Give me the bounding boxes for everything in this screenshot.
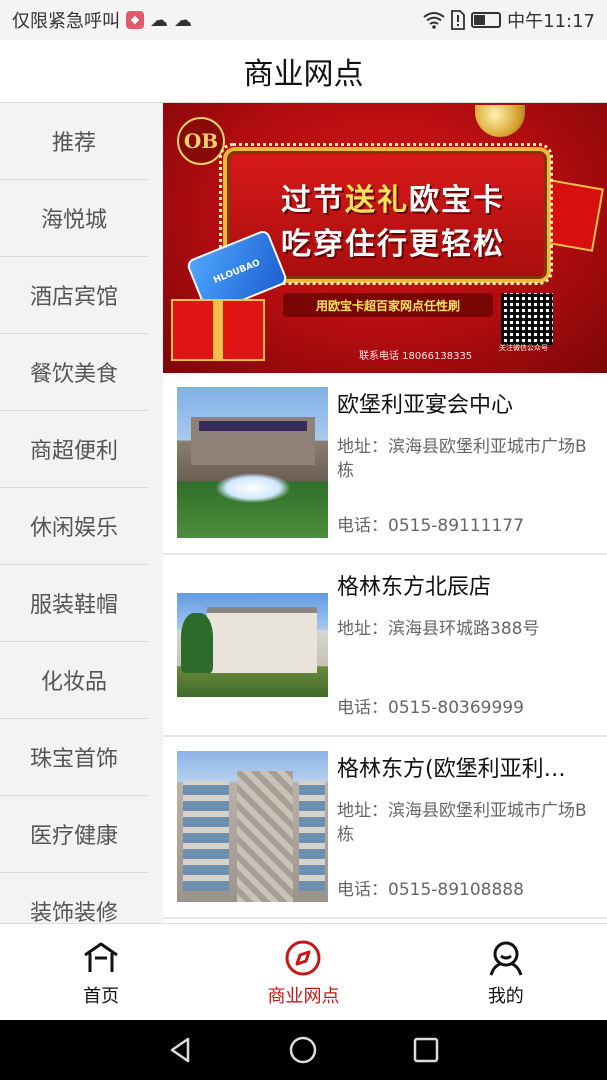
battery-icon	[471, 12, 502, 28]
sidebar-item-label: 化妆品	[40, 670, 107, 695]
sidebar-item-haiyuecheng[interactable]: 海悦城	[0, 180, 148, 257]
back-icon[interactable]	[166, 1035, 196, 1065]
store-list-panel[interactable]: OB 过节送礼欧宝卡 吃穿住行更轻松 HLOUBAO 用欧宝卡超百家网点任性刷 …	[163, 103, 607, 923]
qr-caption: 关注微信公众号	[499, 344, 548, 352]
recents-icon[interactable]	[411, 1035, 441, 1065]
sidebar-item-label: 餐饮美食	[29, 362, 118, 387]
notification-app-icon: ◆	[126, 11, 144, 29]
status-right: 中午11:17	[423, 7, 595, 33]
store-list-item[interactable]: 格林东方(欧堡利亚利… 地址：滨海县欧堡利亚城市广场B栋 电话：0515-891…	[163, 737, 607, 919]
banner-ribbon: 用欧宝卡超百家网点任性刷	[283, 293, 493, 317]
banner-headline-part: 欧宝卡	[409, 183, 505, 218]
banner-headline-highlight: 送礼	[345, 183, 409, 218]
sidebar-item-apparel[interactable]: 服装鞋帽	[0, 565, 148, 642]
banner-headline: 过节送礼欧宝卡	[263, 175, 523, 219]
sidebar-item-cosmetics[interactable]: 化妆品	[0, 642, 148, 719]
weather-icon: ☁	[150, 9, 168, 31]
store-photo	[177, 751, 328, 902]
store-phone: 电话：0515-80369999	[337, 698, 524, 718]
sidebar-item-label: 珠宝首饰	[29, 747, 118, 772]
cloud-icon: ☁	[174, 9, 192, 31]
clock: 中午11:17	[507, 11, 595, 32]
sidebar-item-label: 装饰装修	[29, 901, 118, 923]
qr-code-image	[501, 293, 553, 345]
store-phone: 电话：0515-89111177	[337, 516, 524, 536]
sidebar-item-hotels[interactable]: 酒店宾馆	[0, 257, 148, 334]
bottom-tab-bar: 首页 商业网点 我的	[0, 923, 607, 1021]
sidebar-item-recommend[interactable]: 推荐	[0, 103, 148, 180]
promo-banner[interactable]: OB 过节送礼欧宝卡 吃穿住行更轻松 HLOUBAO 用欧宝卡超百家网点任性刷 …	[163, 103, 607, 373]
store-address: 地址：滨海县欧堡利亚城市广场B栋	[337, 437, 587, 481]
banner-subheadline: 吃穿住行更轻松	[281, 227, 505, 262]
sidebar-item-label: 休闲娱乐	[29, 516, 118, 541]
sidebar-item-label: 推荐	[51, 131, 96, 156]
sim-alert-icon	[451, 10, 466, 30]
sidebar-item-label: 服装鞋帽	[29, 593, 118, 618]
tab-profile[interactable]: 我的	[405, 924, 607, 1021]
sidebar-item-supermarket[interactable]: 商超便利	[0, 411, 148, 488]
home-circle-icon[interactable]	[288, 1035, 318, 1065]
sidebar-item-decoration[interactable]: 装饰装修	[0, 873, 148, 923]
sidebar-item-healthcare[interactable]: 医疗健康	[0, 796, 148, 873]
sidebar-divider	[148, 103, 163, 923]
ornament-ball-image	[475, 105, 525, 137]
store-photo	[177, 387, 328, 538]
tab-label: 商业网点	[267, 985, 340, 1007]
store-name: 格林东方北辰店	[337, 575, 492, 600]
sidebar-item-leisure[interactable]: 休闲娱乐	[0, 488, 148, 565]
store-address: 地址：滨海县环城路388号	[337, 619, 540, 639]
store-address: 地址：滨海县欧堡利亚城市广场B栋	[337, 801, 587, 845]
sidebar-item-jewelry[interactable]: 珠宝首饰	[0, 719, 148, 796]
home-icon	[84, 942, 119, 972]
store-name: 格林东方(欧堡利亚利…	[337, 757, 566, 782]
sidebar-item-label: 海悦城	[40, 208, 107, 233]
store-phone: 电话：0515-89108888	[337, 880, 524, 900]
banner-headline-part: 过节	[281, 183, 345, 218]
sidebar-item-dining[interactable]: 餐饮美食	[0, 334, 148, 411]
banner-phone: 联系电话 18066138335	[359, 351, 473, 362]
store-list-item[interactable]: 欧堡利亚宴会中心 地址：滨海县欧堡利亚城市广场B栋 电话：0515-891111…	[163, 373, 607, 555]
compass-icon	[285, 940, 321, 975]
sidebar-item-label: 医疗健康	[29, 824, 118, 849]
page-title: 商业网点	[243, 57, 364, 92]
store-list-item[interactable]: 格林东方北辰店 地址：滨海县环城路388号 电话：0515-80369999	[163, 555, 607, 737]
sidebar-item-label: 酒店宾馆	[29, 285, 118, 310]
store-photo	[177, 593, 328, 697]
tab-label: 首页	[83, 985, 120, 1007]
status-left: 仅限紧急呼叫 ◆ ☁ ☁	[12, 7, 192, 33]
store-name: 欧堡利亚宴会中心	[337, 393, 514, 418]
tab-label: 我的	[487, 985, 524, 1007]
title-bar: 商业网点	[0, 40, 607, 103]
brand-logo: OB	[177, 117, 225, 165]
sidebar-item-label: 商超便利	[29, 439, 118, 464]
tab-business-outlets[interactable]: 商业网点	[202, 924, 404, 1021]
system-nav-bar	[0, 1020, 607, 1080]
status-bar: 仅限紧急呼叫 ◆ ☁ ☁ 中午11:17	[0, 0, 607, 40]
category-sidebar[interactable]: 推荐 海悦城 酒店宾馆 餐饮美食 商超便利 休闲娱乐 服装鞋帽 化妆品 珠宝首饰…	[0, 103, 148, 923]
wifi-icon	[423, 12, 445, 29]
emergency-calls-text: 仅限紧急呼叫	[12, 11, 120, 32]
tab-home[interactable]: 首页	[0, 924, 202, 1021]
gift-box-image	[171, 299, 265, 361]
user-icon	[489, 941, 523, 976]
